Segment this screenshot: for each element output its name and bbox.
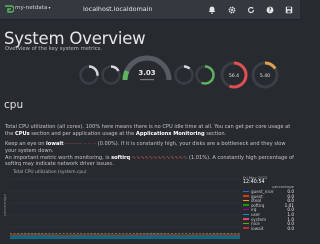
refresh-icon[interactable] bbox=[246, 5, 256, 15]
legend-swatch bbox=[243, 190, 249, 192]
brand-label: my-netdata bbox=[15, 5, 48, 11]
iowait-value: (0.00%) bbox=[97, 141, 118, 147]
help-icon[interactable]: ? bbox=[265, 5, 275, 15]
netdata-logo-icon bbox=[5, 5, 14, 13]
iowait-label: iowait bbox=[46, 141, 64, 147]
softirq-sparkline: ·∿∿∿∿∿∿∿∿∿∿∿∿∿ bbox=[130, 154, 189, 161]
brand-menu[interactable]: my-netdata▾ bbox=[15, 5, 50, 11]
legend-swatch bbox=[243, 199, 249, 202]
gauge-cpu[interactable]: 3.03 bbox=[122, 55, 172, 81]
softirq-label: softirq bbox=[111, 154, 131, 161]
legend-row-iowait[interactable]: iowait 0.0 bbox=[243, 226, 296, 231]
legend-swatch bbox=[243, 208, 249, 211]
desc-text: An important metric worth monitoring, is bbox=[5, 154, 112, 161]
iowait-note: Keep an eye on iowait··········· ·· ·· ·… bbox=[5, 141, 295, 154]
navbar: my-netdata▾ localhost.localdomain ? bbox=[0, 0, 300, 20]
gauge-net-percent[interactable]: 5.40 bbox=[251, 61, 279, 89]
save-icon[interactable] bbox=[284, 5, 294, 15]
legend-swatch bbox=[243, 218, 249, 220]
gauge-cpu-value: 3.03 bbox=[138, 69, 155, 77]
iowait-sparkline: ··········· ·· ·· ·· bbox=[63, 141, 98, 147]
legend-value: 0.0 bbox=[287, 225, 294, 231]
gauge-used-ram[interactable] bbox=[195, 65, 215, 85]
gauge-swap[interactable] bbox=[79, 65, 99, 85]
settings-icon[interactable] bbox=[227, 5, 237, 15]
legend-time: 12:40:54 bbox=[243, 180, 265, 185]
gauge-ram-percent[interactable]: 56.4 bbox=[220, 61, 248, 89]
cpus-link[interactable]: CPUs bbox=[15, 131, 30, 137]
softirq-note: An important metric worth monitoring, is… bbox=[5, 155, 295, 168]
caret-down-icon: ▾ bbox=[48, 5, 51, 10]
legend-swatch bbox=[243, 195, 249, 197]
gauge-net-inbound[interactable] bbox=[174, 65, 194, 85]
apps-link[interactable]: Applications Monitoring bbox=[136, 131, 205, 137]
chart-legend: Fri May 2022 12:40:54 percentage guest_n… bbox=[243, 175, 296, 231]
legend-swatch bbox=[243, 227, 249, 229]
gauge-net-value: 5.40 bbox=[260, 73, 270, 79]
page-subtitle: Overview of the key system metrics. bbox=[5, 46, 103, 52]
section-title: cpu bbox=[4, 99, 24, 111]
svg-text:?: ? bbox=[269, 8, 272, 14]
gauge-ram-value: 56.4 bbox=[229, 73, 239, 79]
y-axis-label: percentage bbox=[4, 194, 7, 216]
hostname: localhost.localdomain bbox=[83, 4, 153, 13]
desc-text: section. bbox=[204, 130, 227, 137]
legend-swatch bbox=[243, 222, 249, 225]
chart-grid bbox=[10, 178, 240, 240]
bell-icon[interactable] bbox=[207, 5, 217, 15]
gauge-disk-read[interactable] bbox=[101, 65, 121, 85]
legend-name: iowait bbox=[251, 225, 264, 231]
desc-text: Keep an eye on bbox=[5, 141, 47, 147]
legend-swatch bbox=[243, 213, 249, 215]
legend-swatch bbox=[243, 204, 249, 206]
desc-text: section and per application usage at the bbox=[29, 130, 136, 137]
softirq-value: (1.01%) bbox=[188, 154, 210, 161]
cpu-description: Total CPU utilization (all cores). 100% … bbox=[5, 124, 295, 137]
